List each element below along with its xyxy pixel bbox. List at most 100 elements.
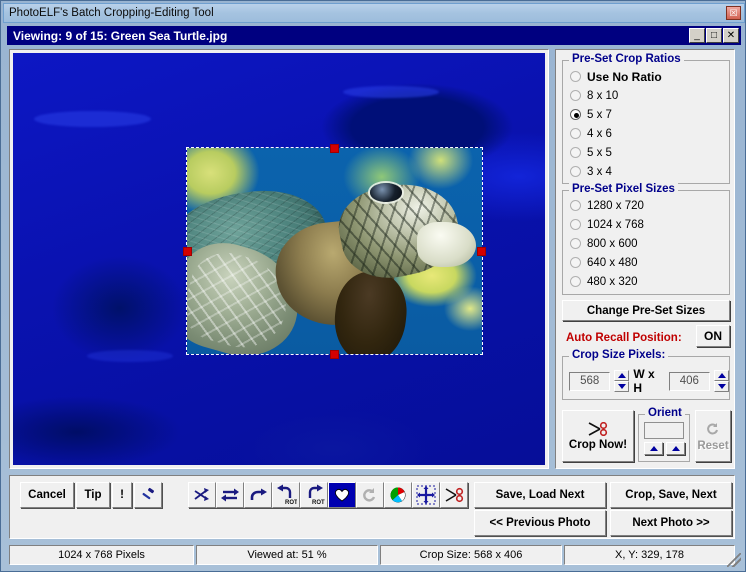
crop-handle-left[interactable] [183,247,192,256]
bottom-toolbar: Cancel Tip ! ROT ROT Save, Load Next Cro… [9,475,735,539]
crop-size-legend: Crop Size Pixels: [569,349,669,361]
radio-800x600[interactable]: 800 x 600 [563,234,729,253]
radio-label: 5 x 5 [587,146,612,159]
pixel-sizes-legend: Pre-Set Pixel Sizes [569,183,678,195]
crop-ratios-group: Pre-Set Crop Ratios Use No Ratio 8 x 10 … [562,53,730,184]
status-bar: 1024 x 768 Pixels Viewed at: 51 % Crop S… [9,545,735,565]
hammer-icon[interactable] [134,482,162,508]
radio-indicator-selected [570,109,581,120]
maximize-button[interactable]: □ [706,28,722,43]
radio-indicator [570,238,581,249]
swap-horizontal-icon[interactable] [216,482,244,508]
status-zoom: Viewed at: 51 % [196,545,378,565]
info-button[interactable]: ! [112,482,132,508]
application-title: PhotoELF's Batch Cropping-Editing Tool [9,7,214,19]
change-preset-sizes-button[interactable]: Change Pre-Set Sizes [562,300,730,321]
radio-640x480[interactable]: 640 x 480 [563,253,729,272]
auto-recall-toggle-button[interactable]: ON [696,325,730,347]
radio-indicator [570,147,581,158]
crop-height-input[interactable]: 406 [668,371,710,391]
color-wheel-icon[interactable] [384,482,412,508]
ocean-highlight [34,110,152,128]
svg-text:ROT: ROT [285,500,297,506]
photo-viewport[interactable] [13,53,545,465]
radio-label: Use No Ratio [587,69,662,84]
crop-width-decrement[interactable] [614,381,630,392]
resize-grip-icon[interactable] [727,553,741,567]
svg-text:ROT: ROT [312,500,325,506]
crop-now-label: Crop Now! [568,438,628,451]
down-arrow-icon [617,384,626,389]
width-height-separator-label: W x H [633,367,655,395]
radio-label: 4 x 6 [587,127,612,140]
close-button[interactable]: ✕ [723,28,739,43]
radio-5x5[interactable]: 5 x 5 [563,143,729,162]
radio-4x6[interactable]: 4 x 6 [563,124,729,143]
rotate-right-icon[interactable]: ROT [300,482,328,508]
down-arrow-icon [717,384,726,389]
status-crop-size: Crop Size: 568 x 406 [380,545,562,565]
application-window: PhotoELF's Batch Cropping-Editing Tool ☒… [0,0,746,572]
radio-indicator [570,90,581,101]
window-close-icon[interactable]: ☒ [726,6,741,20]
viewing-label: Viewing: 9 of 15: Green Sea Turtle.jpg [13,28,228,43]
up-arrow-icon [671,446,680,451]
crop-now-button[interactable]: Crop Now! [562,410,634,462]
turtle-eye [369,183,403,202]
radio-label: 640 x 480 [587,256,638,269]
crop-handle-right[interactable] [477,247,486,256]
reset-button[interactable]: Reset [695,410,731,462]
next-photo-button[interactable]: Next Photo >> [610,510,732,536]
crop-height-decrement[interactable] [714,381,729,392]
previous-photo-button[interactable]: << Previous Photo [474,510,606,536]
radio-indicator [570,71,581,82]
radio-use-no-ratio[interactable]: Use No Ratio [563,67,729,86]
crop-width-input[interactable]: 568 [569,371,611,391]
radio-5x7[interactable]: 5 x 7 [563,105,729,124]
crop-handle-bottom[interactable] [330,350,339,359]
radio-label: 1280 x 720 [587,199,644,212]
crop-height-stepper[interactable] [714,370,729,392]
flip-icon[interactable] [244,482,272,508]
up-arrow-icon [649,446,658,451]
minimize-button[interactable]: _ [689,28,705,43]
crop-height-increment[interactable] [714,370,729,381]
status-coordinates: X, Y: 329, 178 [564,545,735,565]
orient-landscape-button[interactable] [666,442,685,455]
favorite-heart-icon[interactable] [328,482,356,508]
radio-label: 480 x 320 [587,275,638,288]
radio-indicator [570,219,581,230]
crop-width-increment[interactable] [614,370,630,381]
crop-size-group: Crop Size Pixels: 568 W x H 406 [562,349,730,400]
scissors-icon[interactable] [440,482,468,508]
radio-label: 3 x 4 [587,165,612,178]
radio-480x320[interactable]: 480 x 320 [563,272,729,291]
crop-ratios-legend: Pre-Set Crop Ratios [569,53,684,65]
crop-width-stepper[interactable] [614,370,630,392]
orient-legend: Orient [645,407,685,419]
ocean-highlight [87,349,173,362]
outer-title-bar: PhotoELF's Batch Cropping-Editing Tool ☒ [3,3,745,23]
radio-indicator [570,276,581,287]
document-window-buttons: _ □ ✕ [689,28,739,43]
move-resize-icon[interactable] [412,482,440,508]
radio-3x4[interactable]: 3 x 4 [563,162,729,181]
cancel-button[interactable]: Cancel [20,482,74,508]
crop-save-next-button[interactable]: Crop, Save, Next [610,482,732,508]
up-arrow-icon [717,373,726,378]
tip-button[interactable]: Tip [76,482,110,508]
document-title-bar: Viewing: 9 of 15: Green Sea Turtle.jpg _… [7,26,741,45]
radio-indicator [570,200,581,211]
radio-8x10[interactable]: 8 x 10 [563,86,729,105]
scissors-icon [587,421,609,436]
orient-portrait-button[interactable] [644,442,663,455]
radio-1024x768[interactable]: 1024 x 768 [563,215,729,234]
save-load-next-button[interactable]: Save, Load Next [474,482,606,508]
shuffle-icon[interactable] [188,482,216,508]
crop-selection-region[interactable] [186,147,483,355]
radio-label: 1024 x 768 [587,218,644,231]
undo-icon[interactable] [356,482,384,508]
crop-handle-top[interactable] [330,144,339,153]
rotate-left-icon[interactable]: ROT [272,482,300,508]
radio-1280x720[interactable]: 1280 x 720 [563,196,729,215]
